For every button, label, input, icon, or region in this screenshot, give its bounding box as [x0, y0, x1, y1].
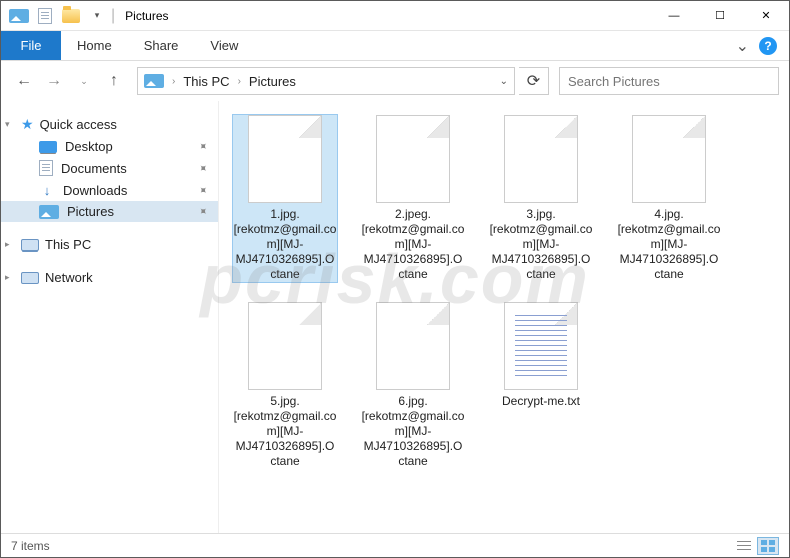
pin-icon: ✦ [196, 204, 212, 220]
search-input[interactable] [559, 67, 779, 95]
close-button[interactable]: ✕ [743, 1, 789, 31]
app-icon [9, 7, 29, 25]
file-item[interactable]: 6.jpg.[rekotmz@gmail.com][MJ-MJ471032689… [361, 302, 465, 469]
pin-icon: ✦ [196, 139, 212, 155]
ribbon: File Home Share View ⌄ ? [1, 31, 789, 61]
file-item[interactable]: 1.jpg.[rekotmz@gmail.com][MJ-MJ471032689… [233, 115, 337, 282]
window-controls: — ☐ ✕ [651, 1, 789, 31]
explorer-body: ▾ ★ Quick access Desktop ✦ Documents ✦ ↓… [1, 101, 789, 533]
address-dropdown-icon[interactable]: ⌄ [500, 76, 508, 87]
chevron-right-icon[interactable]: ▸ [5, 272, 10, 283]
breadcrumb-sep-icon: › [238, 76, 241, 87]
sidebar-quick-access[interactable]: ▾ ★ Quick access [1, 113, 218, 136]
sidebar-network[interactable]: ▸ Network [1, 267, 218, 288]
blank-file-icon [376, 302, 450, 390]
view-mode-switch [733, 537, 779, 555]
sidebar-label: Quick access [40, 117, 117, 132]
downloads-icon: ↓ [39, 182, 55, 198]
text-file-icon [504, 302, 578, 390]
qat-properties-icon[interactable] [35, 7, 55, 25]
sidebar-item-pictures[interactable]: Pictures ✦ [1, 201, 218, 222]
view-tab[interactable]: View [194, 31, 254, 60]
file-list-pane[interactable]: 1.jpg.[rekotmz@gmail.com][MJ-MJ471032689… [219, 101, 789, 533]
file-grid: 1.jpg.[rekotmz@gmail.com][MJ-MJ471032689… [233, 115, 775, 469]
pin-icon: ✦ [196, 182, 212, 198]
blank-file-icon [248, 302, 322, 390]
help-icon[interactable]: ? [759, 37, 777, 55]
status-bar: 7 items [1, 533, 789, 557]
desktop-icon [39, 141, 57, 153]
pc-icon [21, 239, 39, 251]
sidebar-item-label: Pictures [67, 204, 114, 219]
forward-button[interactable]: → [41, 68, 67, 94]
sidebar-item-documents[interactable]: Documents ✦ [1, 157, 218, 179]
up-button[interactable]: ↑ [101, 68, 127, 94]
network-icon [21, 272, 39, 284]
refresh-button[interactable]: ⟳ [519, 67, 549, 95]
details-view-button[interactable] [733, 537, 755, 555]
breadcrumb-sep-icon: › [172, 76, 175, 87]
location-icon [144, 74, 164, 88]
qat-newfolder-icon[interactable] [61, 7, 81, 25]
breadcrumb-folder[interactable]: Pictures [249, 74, 296, 89]
blank-file-icon [632, 115, 706, 203]
sidebar-label: Network [45, 270, 93, 285]
qat-dropdown-icon[interactable]: ▾ [87, 7, 107, 25]
sidebar-item-desktop[interactable]: Desktop ✦ [1, 136, 218, 157]
navigation-pane: ▾ ★ Quick access Desktop ✦ Documents ✦ ↓… [1, 101, 219, 533]
file-name: 1.jpg.[rekotmz@gmail.com][MJ-MJ471032689… [233, 207, 337, 282]
pictures-icon [39, 205, 59, 219]
sidebar-item-label: Downloads [63, 183, 127, 198]
pin-icon: ✦ [196, 160, 212, 176]
star-icon: ★ [21, 116, 34, 133]
quick-access-toolbar: ▾ [1, 7, 107, 25]
sidebar-this-pc[interactable]: ▸ This PC [1, 234, 218, 255]
file-item[interactable]: 4.jpg.[rekotmz@gmail.com][MJ-MJ471032689… [617, 115, 721, 282]
sidebar-item-downloads[interactable]: ↓ Downloads ✦ [1, 179, 218, 201]
home-tab[interactable]: Home [61, 31, 128, 60]
chevron-down-icon[interactable]: ▾ [5, 119, 10, 130]
sidebar-item-label: Desktop [65, 139, 113, 154]
recent-locations-button[interactable]: ⌄ [71, 68, 97, 94]
thumbnails-view-button[interactable] [757, 537, 779, 555]
title-bar: ▾ | Pictures — ☐ ✕ [1, 1, 789, 31]
minimize-button[interactable]: — [651, 1, 697, 31]
sidebar-item-label: Documents [61, 161, 127, 176]
file-name: 2.jpeg.[rekotmz@gmail.com][MJ-MJ47103268… [361, 207, 465, 282]
file-tab[interactable]: File [1, 31, 61, 60]
file-name: 5.jpg.[rekotmz@gmail.com][MJ-MJ471032689… [233, 394, 337, 469]
ribbon-expand-icon[interactable]: ⌄ [736, 36, 749, 56]
address-bar[interactable]: › This PC › Pictures ⌄ [137, 67, 515, 95]
blank-file-icon [248, 115, 322, 203]
title-separator: | [107, 7, 119, 25]
breadcrumb-root[interactable]: This PC [183, 74, 229, 89]
chevron-right-icon[interactable]: ▸ [5, 239, 10, 250]
file-name: 3.jpg.[rekotmz@gmail.com][MJ-MJ471032689… [489, 207, 593, 282]
file-name: Decrypt-me.txt [502, 394, 580, 409]
blank-file-icon [504, 115, 578, 203]
maximize-button[interactable]: ☐ [697, 1, 743, 31]
blank-file-icon [376, 115, 450, 203]
share-tab[interactable]: Share [128, 31, 195, 60]
file-item[interactable]: 2.jpeg.[rekotmz@gmail.com][MJ-MJ47103268… [361, 115, 465, 282]
status-item-count: 7 items [11, 539, 50, 553]
file-item[interactable]: Decrypt-me.txt [489, 302, 593, 469]
window-title: Pictures [119, 9, 168, 23]
back-button[interactable]: ← [11, 68, 37, 94]
file-item[interactable]: 3.jpg.[rekotmz@gmail.com][MJ-MJ471032689… [489, 115, 593, 282]
sidebar-label: This PC [45, 237, 91, 252]
navigation-bar: ← → ⌄ ↑ › This PC › Pictures ⌄ ⟳ [1, 61, 789, 101]
file-item[interactable]: 5.jpg.[rekotmz@gmail.com][MJ-MJ471032689… [233, 302, 337, 469]
file-name: 4.jpg.[rekotmz@gmail.com][MJ-MJ471032689… [617, 207, 721, 282]
documents-icon [39, 160, 53, 176]
file-name: 6.jpg.[rekotmz@gmail.com][MJ-MJ471032689… [361, 394, 465, 469]
